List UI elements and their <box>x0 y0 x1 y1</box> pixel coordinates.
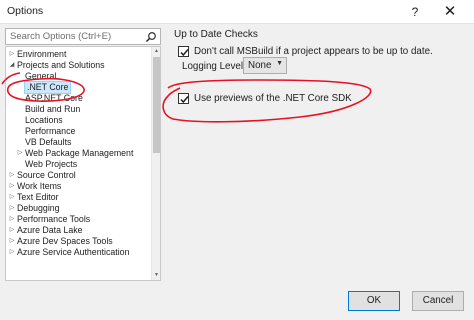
tree-item-label: ASP.NET Core <box>25 93 83 103</box>
search-placeholder: Search Options (Ctrl+E) <box>10 31 112 42</box>
collapsed-arrow-icon[interactable]: ▷ <box>8 170 16 181</box>
ok-button[interactable]: OK <box>348 291 400 311</box>
search-icon <box>146 32 156 42</box>
scroll-up-icon[interactable]: ▲ <box>152 47 160 56</box>
collapsed-arrow-icon[interactable]: ▷ <box>8 181 16 192</box>
logging-level-value: None <box>248 60 272 71</box>
search-options-input[interactable]: Search Options (Ctrl+E) <box>5 28 161 45</box>
checkbox-label: Use previews of the .NET Core SDK <box>194 93 352 104</box>
tree-item-label: Environment <box>17 49 67 59</box>
logging-level-select[interactable]: None ▼ <box>243 57 287 74</box>
help-button[interactable]: ? <box>404 0 426 24</box>
collapsed-arrow-icon[interactable]: ▷ <box>8 214 16 225</box>
scroll-down-icon[interactable]: ▼ <box>152 271 160 280</box>
logging-level-label: Logging Level: <box>182 61 246 72</box>
collapsed-arrow-icon[interactable]: ▷ <box>8 236 16 247</box>
chevron-down-icon: ▼ <box>276 60 283 67</box>
tree-item-label: Build and Run <box>25 104 81 114</box>
options-tree[interactable]: ▷ Environment ◢ Projects and Solutions Gener… <box>5 46 161 281</box>
window-title: Options <box>7 5 44 17</box>
tree-item-label: Azure Dev Spaces Tools <box>17 236 113 246</box>
tree-item-label: Performance Tools <box>17 214 91 224</box>
tree-item-label: Projects and Solutions <box>17 60 105 70</box>
checkbox-icon[interactable] <box>178 93 189 104</box>
tree-item-label: Azure Service Authentication <box>17 247 130 257</box>
options-panel: Up to Date Checks Don't call MSBuild if … <box>172 26 470 281</box>
tree-item-label: General <box>25 71 57 81</box>
checkbox-label: Don't call MSBuild if a project appears … <box>194 46 433 57</box>
cancel-button[interactable]: Cancel <box>412 291 464 311</box>
tree-item-label: Locations <box>25 115 63 125</box>
checkbox-icon[interactable] <box>178 46 189 57</box>
collapsed-arrow-icon[interactable]: ▷ <box>16 148 24 159</box>
collapsed-arrow-icon[interactable]: ▷ <box>8 247 16 258</box>
tree-item-label: Azure Data Lake <box>17 225 83 235</box>
collapsed-arrow-icon[interactable]: ▷ <box>8 225 16 236</box>
tree-item-label: Work Items <box>17 181 62 191</box>
tree-item-label: Performance <box>25 126 76 136</box>
expanded-arrow-icon[interactable]: ◢ <box>8 60 16 71</box>
tree-item-label: Debugging <box>17 203 60 213</box>
section-title: Up to Date Checks <box>174 29 258 40</box>
tree-item-label: Source Control <box>17 170 76 180</box>
tree-scrollbar[interactable]: ▲ ▼ <box>151 47 160 280</box>
scroll-thumb[interactable] <box>153 57 160 153</box>
tree-item-label: VB Defaults <box>25 137 72 147</box>
title-bar: Options ? ✕ <box>0 0 474 24</box>
tree-item-label: Web Package Management <box>25 148 134 158</box>
tree-item-label: Web Projects <box>25 159 78 169</box>
close-button[interactable]: ✕ <box>432 0 468 24</box>
collapsed-arrow-icon[interactable]: ▷ <box>8 192 16 203</box>
dialog-footer: OK Cancel <box>0 282 474 320</box>
tree-item-label: .NET Core <box>23 81 72 94</box>
collapsed-arrow-icon[interactable]: ▷ <box>8 49 16 60</box>
tree-item-label: Text Editor <box>17 192 59 202</box>
collapsed-arrow-icon[interactable]: ▷ <box>8 203 16 214</box>
